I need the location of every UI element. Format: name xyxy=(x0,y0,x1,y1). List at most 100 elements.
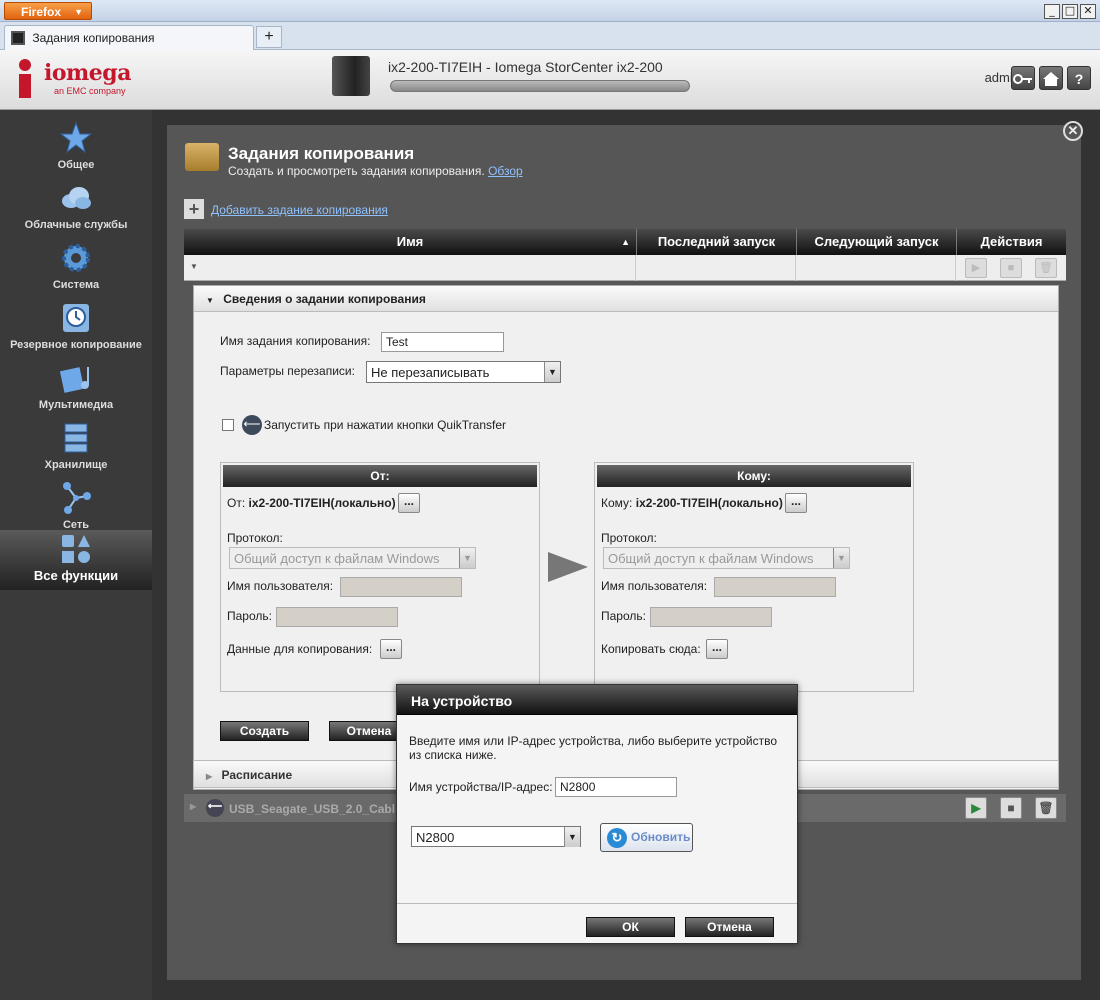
overwrite-select-value: Не перезаписывать xyxy=(371,365,490,380)
job-name-field[interactable]: Test xyxy=(381,332,504,352)
schedule-section-title: Расписание xyxy=(221,768,293,782)
sidebar-item-network[interactable]: Сеть xyxy=(0,475,152,535)
to-password-field xyxy=(650,607,772,627)
chevron-down-icon: ▼ xyxy=(544,362,560,382)
browser-tab[interactable]: Задания копирования xyxy=(4,25,254,50)
source-prefix: От: xyxy=(227,496,246,510)
multimedia-icon xyxy=(59,367,89,393)
sidebar-item-label: Хранилище xyxy=(44,459,108,471)
from-username-label: Имя пользователя: xyxy=(227,579,334,593)
sidebar-item-cloud[interactable]: Облачные службы xyxy=(0,175,152,235)
to-username-label: Имя пользователя: xyxy=(601,579,708,593)
close-window-button[interactable]: ✕ xyxy=(1080,4,1096,19)
expand-arrow-icon[interactable]: ▶ xyxy=(190,802,196,811)
play-icon[interactable]: ▶ xyxy=(965,797,987,819)
sidebar-item-all-features[interactable]: Все функции xyxy=(0,530,152,590)
trash-icon[interactable]: 🗑 xyxy=(1035,797,1057,819)
data-to-copy-label: Данные для копирования: xyxy=(227,642,373,656)
overwrite-select[interactable]: Не перезаписывать ▼ xyxy=(366,361,561,383)
sidebar-item-multimedia[interactable]: Мультимедиа xyxy=(0,355,152,415)
stop-icon: ■ xyxy=(1000,258,1022,278)
to-username-field xyxy=(714,577,836,597)
refresh-icon: ↻ xyxy=(607,828,627,848)
collapse-arrow-icon: ▼ xyxy=(206,296,214,305)
cancel-dialog-button[interactable]: Отмена xyxy=(685,917,774,937)
device-title: ix2-200-TI7EIH - Iomega StorCenter ix2-2… xyxy=(388,59,663,75)
iomega-logo-subtitle: an EMC company xyxy=(54,86,126,96)
table-row[interactable]: ▼ ▶ ■ 🗑 xyxy=(184,255,1066,281)
star-icon xyxy=(59,121,93,154)
details-section-title: Сведения о задании копирования xyxy=(223,292,426,306)
sidebar-item-label: Резервное копирование xyxy=(10,339,142,351)
column-header-last-run[interactable]: Последний запуск xyxy=(636,229,796,255)
column-header-next-run[interactable]: Следующий запуск xyxy=(796,229,956,255)
quiktransfer-icon: ⟵ xyxy=(206,799,224,817)
page-subtitle: Создать и просмотреть задания копировани… xyxy=(228,164,523,178)
to-device-dialog: На устройство xyxy=(396,684,798,944)
close-panel-icon[interactable]: ✕ xyxy=(1063,121,1083,141)
device-name-field[interactable]: N2800 xyxy=(555,777,677,797)
new-tab-button[interactable]: + xyxy=(256,26,282,48)
home-icon[interactable] xyxy=(1039,66,1063,90)
refresh-button[interactable]: ↻ Обновить xyxy=(600,823,693,852)
from-username-field xyxy=(340,577,462,597)
page-title: Задания копирования xyxy=(228,144,415,163)
sidebar: Общее Облачные службы Система Резервное … xyxy=(0,110,152,1000)
gear-icon xyxy=(62,244,90,272)
chevron-down-icon: ▼ xyxy=(833,548,849,568)
sidebar-item-backup[interactable]: Резервное копирование xyxy=(0,295,152,355)
usb-job-name: USB_Seagate_USB_2.0_Cabl xyxy=(229,802,396,816)
job-name-label: Имя задания копирования: xyxy=(220,334,371,348)
add-copy-job-link[interactable]: Добавить задание копирования xyxy=(211,203,388,217)
expand-arrow-icon: ▶ xyxy=(206,772,213,781)
column-divider xyxy=(955,255,956,281)
destination-value: ix2-200-TI7EIH(локально) xyxy=(635,496,783,510)
dialog-divider xyxy=(397,903,797,904)
cloud-icon xyxy=(62,187,91,209)
source-value: ix2-200-TI7EIH(локально) xyxy=(248,496,396,510)
sidebar-item-storage[interactable]: Хранилище xyxy=(0,415,152,475)
overview-link[interactable]: Обзор xyxy=(488,164,523,178)
to-protocol-select: Общий доступ к файлам Windows ▼ xyxy=(603,547,850,569)
play-icon: ▶ xyxy=(965,258,987,278)
copy-here-browse-button[interactable]: ... xyxy=(706,639,728,659)
all-features-icon xyxy=(62,535,90,563)
firefox-menu-label: Firefox xyxy=(21,5,62,19)
sidebar-item-general[interactable]: Общее xyxy=(0,115,152,175)
key-icon[interactable] xyxy=(1011,66,1035,90)
copy-jobs-folder-icon xyxy=(185,143,219,171)
to-protocol-value: Общий доступ к файлам Windows xyxy=(608,551,814,566)
sidebar-item-system[interactable]: Система xyxy=(0,235,152,295)
from-protocol-select: Общий доступ к файлам Windows ▼ xyxy=(229,547,476,569)
dialog-instructions: Введите имя или IP-адрес устройства, либ… xyxy=(409,734,778,762)
device-list-select[interactable]: N2800 ▼ xyxy=(411,826,581,847)
quiktransfer-checkbox[interactable] xyxy=(222,419,234,431)
minimize-button[interactable]: _ xyxy=(1044,4,1060,19)
details-section-header[interactable]: ▼ Сведения о задании копирования xyxy=(194,286,1058,312)
storage-icon xyxy=(64,423,88,453)
sidebar-item-label: Общее xyxy=(57,159,95,171)
overwrite-label: Параметры перезаписи: xyxy=(220,364,355,378)
sidebar-item-label: Облачные службы xyxy=(24,219,128,231)
data-to-copy-browse-button[interactable]: ... xyxy=(380,639,402,659)
stop-icon[interactable]: ■ xyxy=(1000,797,1022,819)
jobs-table-header: Имя ▲ Последний запуск Следующий запуск … xyxy=(184,229,1066,255)
sort-up-icon: ▲ xyxy=(621,237,630,247)
ok-button[interactable]: ОК xyxy=(586,917,675,937)
iomega-logo-icon xyxy=(19,59,31,98)
help-icon[interactable]: ? xyxy=(1067,66,1091,90)
column-header-name[interactable]: Имя ▲ xyxy=(184,229,636,255)
add-icon[interactable]: + xyxy=(184,199,204,219)
quiktransfer-icon: ⟵ xyxy=(242,415,262,435)
source-browse-button[interactable]: ... xyxy=(398,493,420,513)
arrow-right-icon xyxy=(548,552,588,582)
destination-browse-button[interactable]: ... xyxy=(785,493,807,513)
page-subtitle-text: Создать и просмотреть задания копировани… xyxy=(228,164,485,178)
maximize-button[interactable]: □ xyxy=(1062,4,1078,19)
expand-arrow-icon[interactable]: ▼ xyxy=(190,262,198,271)
firefox-menu-button[interactable]: Firefox ▼ xyxy=(4,2,92,20)
column-header-label: Имя xyxy=(396,234,424,249)
from-password-field xyxy=(276,607,398,627)
create-button[interactable]: Создать xyxy=(220,721,309,741)
from-protocol-label: Протокол: xyxy=(227,531,283,545)
